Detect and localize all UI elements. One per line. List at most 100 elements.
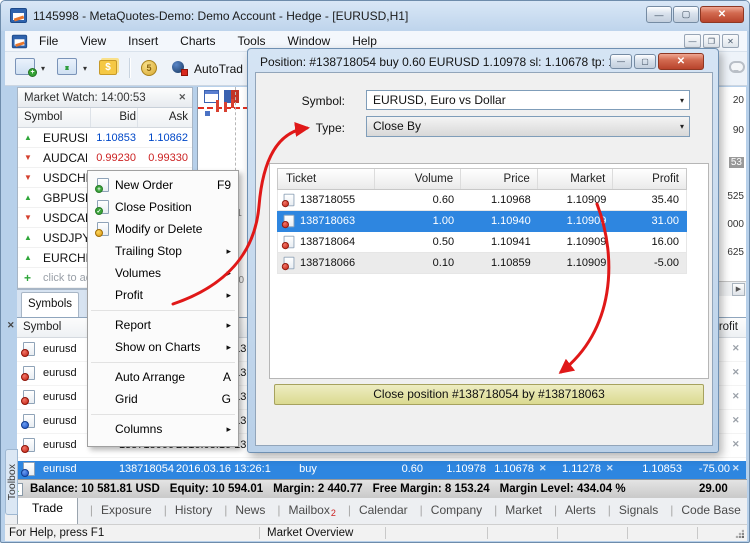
dialog-minimize-button[interactable]: — xyxy=(610,54,632,69)
new-chart-dropdown-icon[interactable]: ▾ xyxy=(41,64,45,73)
chart-window-icon[interactable] xyxy=(12,34,27,48)
resize-grip[interactable] xyxy=(735,529,744,538)
tab-symbols[interactable]: Symbols xyxy=(21,292,79,318)
mdi-close-button[interactable]: ✕ xyxy=(722,34,739,48)
balance-right-value: 29.00 xyxy=(699,483,728,495)
column-volume[interactable]: Volume xyxy=(375,169,462,189)
toolbox-vertical-tab[interactable]: Toolbox xyxy=(5,449,18,515)
column-profit[interactable]: Profit xyxy=(613,169,686,189)
funds-folder-icon[interactable]: $ xyxy=(99,60,117,75)
close-trade-icon[interactable]: ✕ xyxy=(732,439,740,450)
balance-bar: ▲ Balance: 10 581.81 USD Equity: 10 594.… xyxy=(5,479,747,498)
column-ask[interactable]: Ask xyxy=(140,111,188,123)
close-trade-icon[interactable]: ✕ xyxy=(732,367,740,378)
tab-news[interactable]: News xyxy=(216,499,269,524)
tab-signals[interactable]: Signals xyxy=(600,499,662,524)
application-window: 1145998 - MetaQuotes-Demo: Demo Account … xyxy=(0,0,750,543)
profiles-icon[interactable] xyxy=(57,58,77,75)
minimize-button[interactable]: — xyxy=(646,6,672,23)
autotrading-icon[interactable] xyxy=(171,60,188,76)
close-button[interactable]: ✕ xyxy=(700,6,744,23)
tab-history[interactable]: History xyxy=(156,499,216,524)
toolbox-close-icon[interactable]: ✕ xyxy=(7,320,15,331)
menu-item-volumes[interactable]: Volumes▸ xyxy=(88,262,238,284)
coin-icon[interactable]: 5 xyxy=(141,60,157,76)
sell-position-icon xyxy=(284,257,295,270)
close-trade-icon[interactable]: ✕ xyxy=(732,463,740,474)
tab-alerts[interactable]: Alerts xyxy=(546,499,600,524)
remove-tp-icon[interactable]: ✕ xyxy=(606,463,614,474)
table-row[interactable]: 138718055 0.60 1.10968 1.10909 35.40 xyxy=(277,190,687,211)
mdi-restore-button[interactable]: ❐ xyxy=(703,34,720,48)
scroll-right-icon[interactable]: ▶ xyxy=(732,283,745,296)
margin-label: Margin: xyxy=(273,483,315,495)
table-row-selected[interactable]: 138718063 1.00 1.10940 1.10909 31.00 xyxy=(277,211,687,232)
column-symbol[interactable]: Symbol xyxy=(24,111,62,123)
menu-item-auto-arrange[interactable]: Auto ArrangeA xyxy=(88,366,238,388)
menu-charts[interactable]: Charts xyxy=(169,31,226,51)
dialog-close-button[interactable]: ✕ xyxy=(658,53,704,70)
close-trade-icon[interactable]: ✕ xyxy=(732,415,740,426)
community-chat-icon[interactable] xyxy=(729,61,745,73)
menu-item-show-on-charts[interactable]: Show on Charts▸ xyxy=(88,336,238,358)
menu-item-report[interactable]: Report▸ xyxy=(88,314,238,336)
close-trade-icon[interactable]: ✕ xyxy=(732,343,740,354)
menu-item-new-order[interactable]: + New OrderF9 xyxy=(88,174,238,196)
chart-horizontal-scrollbar[interactable]: ▶ xyxy=(719,281,746,296)
tab-exposure[interactable]: Exposure xyxy=(82,499,156,524)
symbol-combobox[interactable]: EURUSD, Euro vs Dollar▾ xyxy=(366,90,690,110)
submenu-arrow-icon: ▸ xyxy=(226,424,231,435)
trade-symbol: eurusd xyxy=(43,439,77,451)
toolbox-column-symbol[interactable]: Symbol xyxy=(23,321,61,333)
window-title: 1145998 - MetaQuotes-Demo: Demo Account … xyxy=(33,9,408,23)
menu-view[interactable]: View xyxy=(69,31,117,51)
profiles-dropdown-icon[interactable]: ▾ xyxy=(83,64,87,73)
mailbox-badge: 2 xyxy=(331,508,336,518)
tab-trade[interactable]: Trade xyxy=(17,498,78,524)
market-watch-row[interactable]: ▲ EURUSD 1.10853 1.10862 xyxy=(18,128,192,148)
trade-sl: 1.10678 xyxy=(478,463,534,475)
tab-mailbox[interactable]: Mailbox2 xyxy=(269,499,340,524)
menu-item-grid[interactable]: GridG xyxy=(88,388,238,410)
column-market[interactable]: Market xyxy=(538,169,614,189)
close-trade-icon[interactable]: ✕ xyxy=(732,391,740,402)
sell-position-icon xyxy=(284,194,295,207)
table-header: Ticket Volume Price Market Profit xyxy=(277,168,687,190)
status-help-text: For Help, press F1 xyxy=(9,527,104,539)
symbol-label: USDJPY xyxy=(43,231,87,245)
autotrading-label[interactable]: AutoTrad xyxy=(194,62,243,76)
dialog-maximize-button[interactable]: ▢ xyxy=(634,54,656,69)
tab-calendar[interactable]: Calendar xyxy=(340,499,412,524)
trade-time: 2016.03.16 13:26:10 xyxy=(176,463,271,475)
tab-expert[interactable]: Expert xyxy=(745,499,747,524)
sell-position-icon xyxy=(284,236,295,249)
market-watch-close-icon[interactable]: ✕ xyxy=(178,92,186,103)
submenu-arrow-icon: ▸ xyxy=(226,268,231,279)
symbol-label: AUDCAD xyxy=(43,151,87,165)
selected-trade-row[interactable]: eurusd 138718054 2016.03.16 13:26:10 buy… xyxy=(17,461,746,479)
menu-item-profit[interactable]: Profit▸ xyxy=(88,284,238,306)
maximize-button[interactable]: ▢ xyxy=(673,6,699,23)
new-chart-icon[interactable]: + xyxy=(15,58,35,75)
close-by-button[interactable]: Close position #138718054 by #138718063 xyxy=(274,384,704,405)
column-ticket[interactable]: Ticket xyxy=(278,169,375,189)
tab-market[interactable]: Market xyxy=(486,499,546,524)
menu-file[interactable]: File xyxy=(28,31,69,51)
close-position-icon: ✓ xyxy=(97,200,109,214)
tab-codebase[interactable]: Code Base xyxy=(662,499,745,524)
tab-company[interactable]: Company xyxy=(412,499,486,524)
menu-item-close-position[interactable]: ✓ Close Position xyxy=(88,196,238,218)
column-price[interactable]: Price xyxy=(461,169,538,189)
trade-volume: 0.60 xyxy=(367,463,423,475)
column-bid[interactable]: Bid xyxy=(94,111,136,123)
type-combobox[interactable]: Close By▾ xyxy=(366,116,690,137)
table-row[interactable]: 138718064 0.50 1.10941 1.10909 16.00 xyxy=(277,232,687,253)
menu-insert[interactable]: Insert xyxy=(117,31,169,51)
table-row[interactable]: 138718066 0.10 1.10859 1.10909 -5.00 xyxy=(277,253,687,274)
menu-item-modify-or-delete[interactable]: Modify or Delete xyxy=(88,218,238,240)
ask-value: 1.10862 xyxy=(140,132,188,144)
menu-item-trailing-stop[interactable]: Trailing Stop▸ xyxy=(88,240,238,262)
menu-item-columns[interactable]: Columns▸ xyxy=(88,418,238,440)
mdi-minimize-button[interactable]: — xyxy=(684,34,701,48)
market-watch-row[interactable]: ▼ AUDCAD 0.99230 0.99330 xyxy=(18,148,192,168)
